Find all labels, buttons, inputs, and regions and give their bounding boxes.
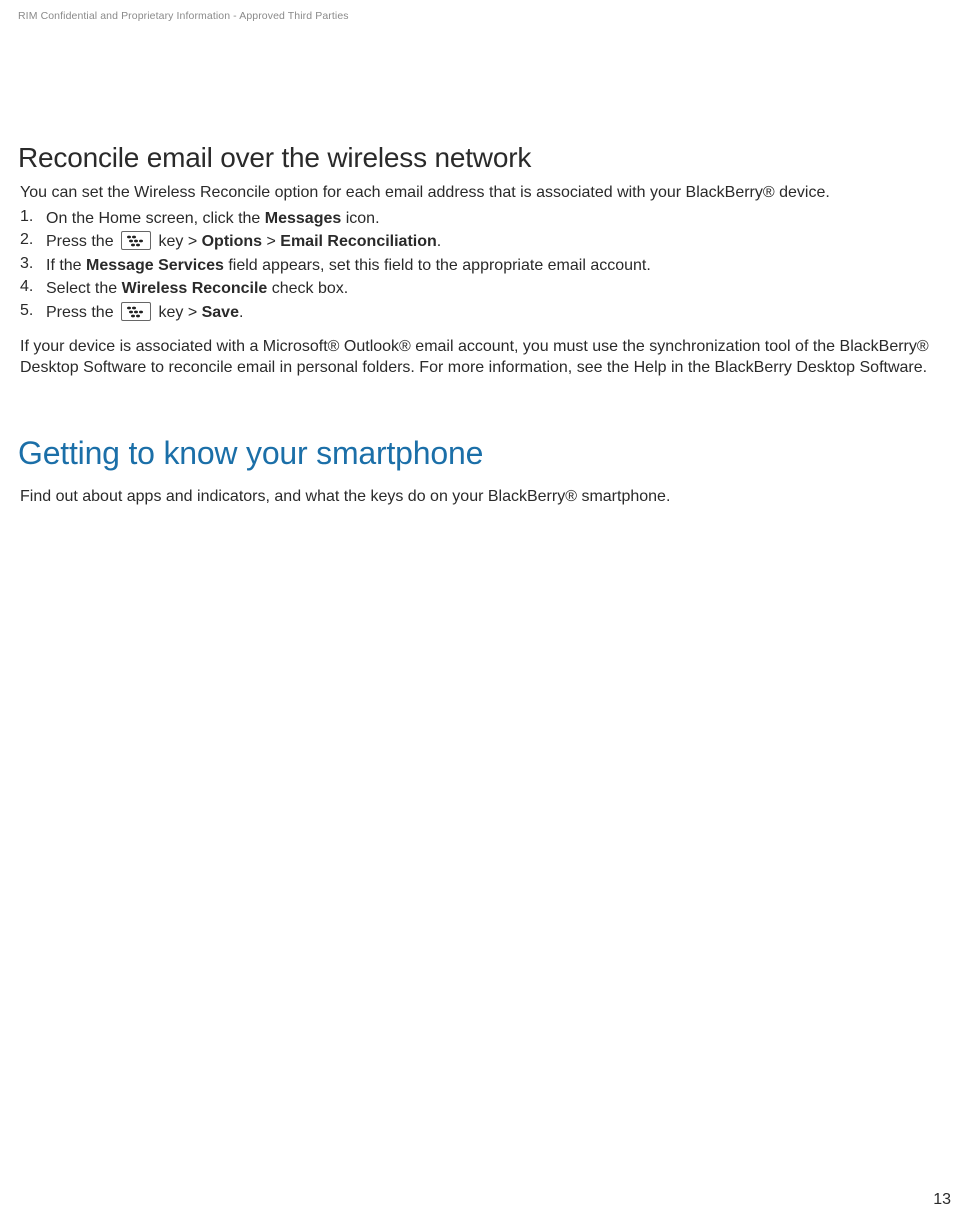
section-reconcile: Reconcile email over the wireless networ… <box>18 142 955 379</box>
heading-getting-to-know: Getting to know your smartphone <box>18 435 955 472</box>
step-number: 2. <box>20 231 46 249</box>
step-1: 1. On the Home screen, click the Message… <box>20 208 955 230</box>
step-text: On the Home screen, click the Messages i… <box>46 208 955 230</box>
outlook-note: If your device is associated with a Micr… <box>18 336 955 379</box>
step-4: 4. Select the Wireless Reconcile check b… <box>20 278 955 300</box>
heading-reconcile: Reconcile email over the wireless networ… <box>18 142 955 174</box>
text: key > <box>154 304 202 321</box>
step-text: Press the key > Save. <box>46 302 955 324</box>
confidential-header: RIM Confidential and Proprietary Informa… <box>18 10 955 22</box>
bold: Wireless Reconcile <box>122 280 268 297</box>
bold: Options <box>202 233 262 250</box>
page-number: 13 <box>933 1191 951 1209</box>
bold: Message Services <box>86 257 224 274</box>
text: > <box>262 233 280 250</box>
text: Press the <box>46 304 118 321</box>
text: On the Home screen, click the <box>46 210 265 227</box>
text: Press the <box>46 233 118 250</box>
steps-list: 1. On the Home screen, click the Message… <box>20 208 955 324</box>
intro-reconcile: You can set the Wireless Reconcile optio… <box>18 182 955 204</box>
step-3: 3. If the Message Services field appears… <box>20 255 955 277</box>
bold: Messages <box>265 210 342 227</box>
step-number: 1. <box>20 208 46 226</box>
step-number: 4. <box>20 278 46 296</box>
text: field appears, set this field to the app… <box>224 257 651 274</box>
step-text: Select the Wireless Reconcile check box. <box>46 278 955 300</box>
blackberry-key-icon <box>121 231 151 250</box>
intro-getting-to-know: Find out about apps and indicators, and … <box>18 486 955 508</box>
step-text: Press the key > Options > Email Reconcil… <box>46 231 955 253</box>
step-number: 3. <box>20 255 46 273</box>
page: RIM Confidential and Proprietary Informa… <box>0 0 973 1227</box>
step-text: If the Message Services field appears, s… <box>46 255 955 277</box>
text: . <box>239 304 243 321</box>
text: . <box>437 233 441 250</box>
text: icon. <box>341 210 379 227</box>
text: If the <box>46 257 86 274</box>
text: check box. <box>267 280 348 297</box>
bold: Save <box>202 304 239 321</box>
step-2: 2. Press the key > Options > Email Recon… <box>20 231 955 253</box>
blackberry-key-icon <box>121 302 151 321</box>
bold: Email Reconciliation <box>280 233 436 250</box>
step-5: 5. Press the key > Save. <box>20 302 955 324</box>
step-number: 5. <box>20 302 46 320</box>
text: Select the <box>46 280 122 297</box>
text: key > <box>154 233 202 250</box>
